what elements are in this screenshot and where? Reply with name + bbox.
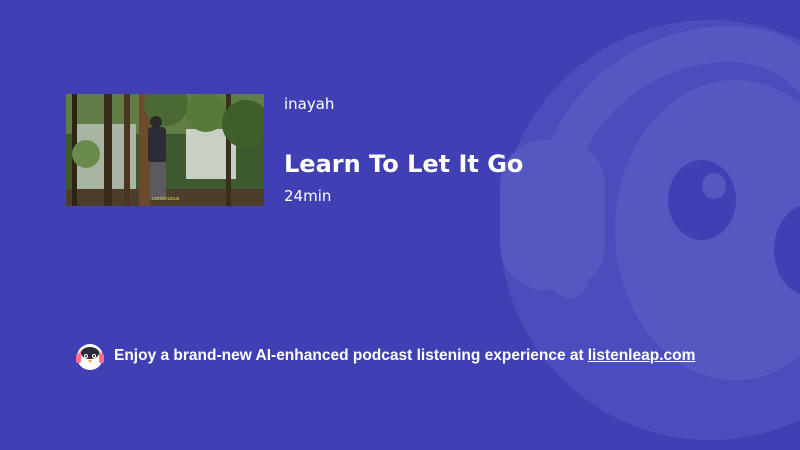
penguin-headphones-icon: [74, 340, 106, 372]
forest-person-thumbnail: continuous: [66, 94, 264, 206]
episode-author[interactable]: inayah: [284, 94, 334, 114]
listenleap-link[interactable]: listenleap.com: [588, 347, 696, 365]
promo-banner: Enjoy a brand-new AI-enhanced podcast li…: [74, 340, 695, 372]
penguin-mascot-watermark-icon: [500, 20, 800, 440]
episode-title[interactable]: Learn To Let It Go: [284, 148, 523, 180]
svg-text:continuous: continuous: [152, 196, 180, 202]
promo-text: Enjoy a brand-new AI-enhanced podcast li…: [114, 347, 584, 364]
page-background: [0, 0, 800, 450]
episode-thumbnail[interactable]: continuous: [66, 94, 264, 206]
episode-duration: 24min: [284, 187, 332, 205]
